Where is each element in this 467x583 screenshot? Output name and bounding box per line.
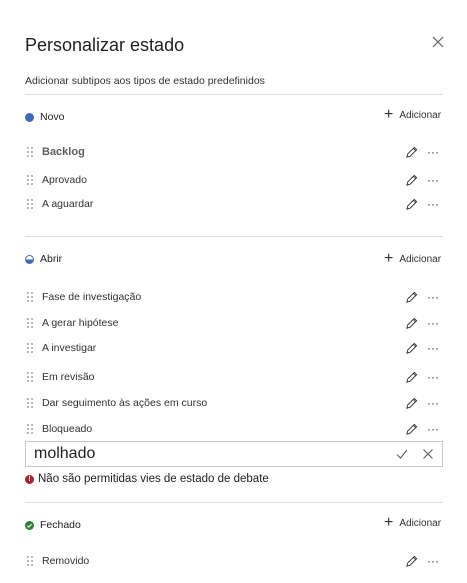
edit-pencil-icon[interactable] bbox=[405, 397, 418, 410]
group-header-new: Novo bbox=[25, 108, 65, 126]
drag-handle-icon[interactable] bbox=[25, 146, 35, 158]
edit-pencil-icon[interactable] bbox=[405, 291, 418, 304]
state-label: Backlog bbox=[42, 146, 85, 158]
drag-handle-icon[interactable] bbox=[25, 423, 35, 435]
more-options-icon[interactable]: ··· bbox=[426, 317, 440, 329]
new-state-edit-field bbox=[25, 441, 443, 467]
error-icon: ! bbox=[25, 474, 34, 484]
panel-subtitle: Adicionar subtipos aos tipos de estado p… bbox=[25, 75, 265, 87]
more-options-icon[interactable]: ··· bbox=[426, 174, 440, 186]
more-options-icon[interactable]: ··· bbox=[426, 198, 440, 210]
validation-error: ! Não são permitidas vies de estado de d… bbox=[25, 473, 269, 485]
more-options-icon[interactable]: ··· bbox=[426, 342, 440, 354]
state-row[interactable]: A aguardar ··· bbox=[25, 195, 445, 213]
plus-icon: + bbox=[384, 250, 394, 267]
edit-pencil-icon[interactable] bbox=[405, 146, 418, 159]
drag-handle-icon[interactable] bbox=[25, 317, 35, 329]
add-label: Adicionar bbox=[399, 253, 442, 265]
error-message: Não são permitidas vies de estado de deb… bbox=[38, 473, 269, 485]
state-label: A aguardar bbox=[42, 198, 94, 210]
drag-handle-icon[interactable] bbox=[25, 555, 35, 567]
state-row[interactable]: Aprovado ··· bbox=[25, 171, 445, 189]
drag-handle-icon[interactable] bbox=[25, 198, 35, 210]
state-label: Em revisão bbox=[42, 371, 95, 383]
add-button-closed[interactable]: + Adicionar bbox=[384, 514, 441, 532]
drag-handle-icon[interactable] bbox=[25, 174, 35, 186]
plus-icon: + bbox=[384, 514, 394, 531]
panel-title: Personalizar estado bbox=[25, 35, 185, 55]
state-label: Fase de investigação bbox=[42, 291, 142, 303]
state-dot-icon bbox=[25, 112, 34, 122]
edit-pencil-icon[interactable] bbox=[405, 371, 418, 384]
more-options-icon[interactable]: ··· bbox=[426, 146, 440, 158]
edit-pencil-icon[interactable] bbox=[405, 198, 418, 211]
state-row[interactable]: Dar seguimento às ações em curso ··· bbox=[25, 394, 445, 412]
state-name-input[interactable] bbox=[34, 445, 382, 463]
state-label: Removido bbox=[42, 555, 90, 567]
state-row[interactable]: Removido ··· bbox=[25, 552, 445, 570]
state-label: Dar seguimento às ações em curso bbox=[42, 397, 208, 409]
add-label: Adicionar bbox=[399, 109, 442, 121]
edit-pencil-icon[interactable] bbox=[405, 174, 418, 187]
edit-pencil-icon[interactable] bbox=[405, 342, 418, 355]
state-label: Bloqueado bbox=[42, 423, 93, 435]
state-row[interactable]: Backlog ··· bbox=[25, 143, 445, 161]
edit-pencil-icon[interactable] bbox=[405, 317, 418, 330]
check-icon[interactable] bbox=[396, 448, 408, 460]
divider bbox=[25, 502, 443, 503]
drag-handle-icon[interactable] bbox=[25, 397, 35, 409]
group-name: Fechado bbox=[40, 519, 81, 531]
plus-icon: + bbox=[384, 106, 394, 123]
more-options-icon[interactable]: ··· bbox=[426, 291, 440, 303]
drag-handle-icon[interactable] bbox=[25, 342, 35, 354]
more-options-icon[interactable]: ··· bbox=[426, 371, 440, 383]
state-row[interactable]: Fase de investigação ··· bbox=[25, 288, 445, 306]
add-button-open[interactable]: + Adicionar bbox=[384, 250, 441, 268]
state-label: A investigar bbox=[42, 342, 97, 354]
close-icon[interactable] bbox=[430, 34, 446, 50]
group-header-closed: Fechado bbox=[25, 516, 81, 534]
drag-handle-icon[interactable] bbox=[25, 371, 35, 383]
close-icon[interactable] bbox=[422, 448, 434, 460]
add-button-new[interactable]: + Adicionar bbox=[384, 106, 441, 124]
state-label: Aprovado bbox=[42, 174, 87, 186]
state-row[interactable]: Em revisão ··· bbox=[25, 368, 445, 386]
divider bbox=[25, 236, 443, 237]
group-name: Novo bbox=[40, 111, 65, 123]
group-name: Abrir bbox=[40, 253, 63, 265]
group-header-open: Abrir bbox=[25, 250, 62, 268]
edit-pencil-icon[interactable] bbox=[405, 555, 418, 568]
check-circle-icon bbox=[25, 520, 34, 530]
add-label: Adicionar bbox=[399, 517, 442, 529]
drag-handle-icon[interactable] bbox=[25, 291, 35, 303]
divider bbox=[25, 94, 443, 95]
state-row[interactable]: A investigar ··· bbox=[25, 339, 445, 357]
state-label: A gerar hipótese bbox=[42, 317, 119, 329]
state-row[interactable]: A gerar hipótese ··· bbox=[25, 314, 445, 332]
more-options-icon[interactable]: ··· bbox=[426, 423, 440, 435]
more-options-icon[interactable]: ··· bbox=[426, 397, 440, 409]
more-options-icon[interactable]: ··· bbox=[426, 555, 440, 567]
state-row[interactable]: Bloqueado ··· bbox=[25, 420, 445, 438]
state-half-dot-icon bbox=[25, 254, 34, 264]
edit-pencil-icon[interactable] bbox=[405, 423, 418, 436]
